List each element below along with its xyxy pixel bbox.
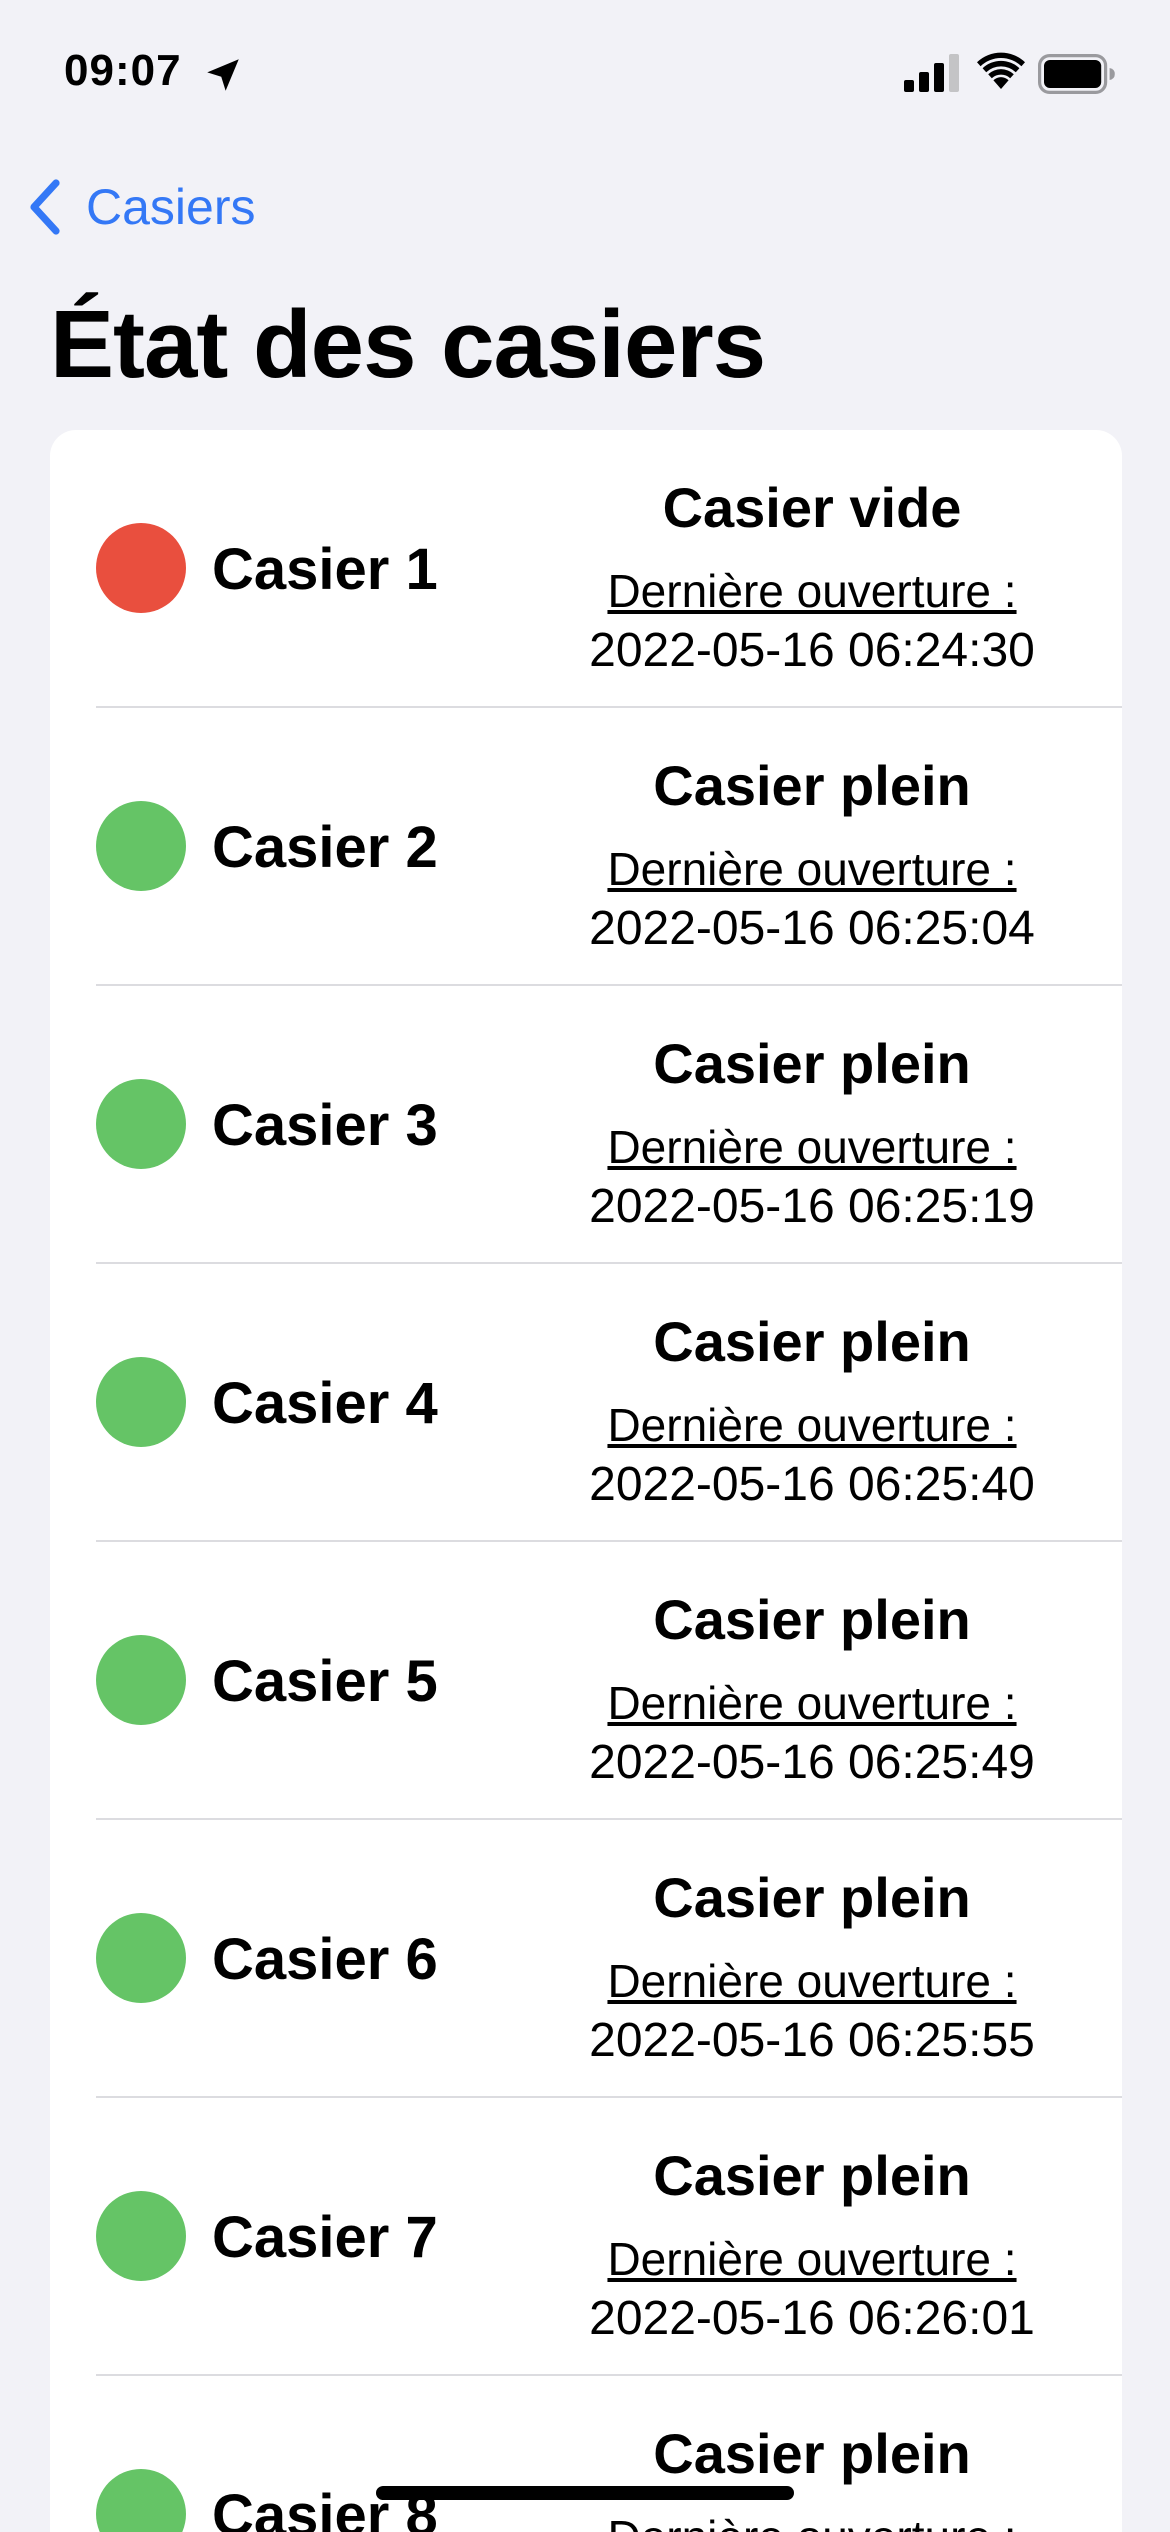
back-button-label: Casiers [86, 179, 256, 235]
locker-name: Casier 7 [212, 2205, 438, 2270]
last-opening-date: 2022-05-16 06:26:01 [589, 2292, 1035, 2345]
locker-state: Casier plein [653, 754, 971, 817]
page-title: État des casiers [50, 291, 766, 398]
status-time: 09:07 [64, 46, 182, 95]
last-opening-date: 2022-05-16 06:25:40 [589, 1458, 1035, 1511]
locker-info: Casier plein Dernière ouverture : 2022-05-… [550, 1028, 1074, 1236]
locker-info: Casier plein Dernière ouverture : 2022-05-… [550, 1584, 1074, 1792]
status-indicator [96, 1079, 186, 1169]
status-indicator [96, 2191, 186, 2281]
locker-info: Casier plein Dernière ouverture : 2022-05-… [550, 2140, 1074, 2348]
status-bar: 09:07 [0, 0, 1170, 140]
last-opening-label: Dernière ouverture : [607, 843, 1017, 895]
last-opening-date: 2022-05-16 06:24:30 [589, 624, 1035, 677]
locker-state: Casier vide [662, 476, 962, 539]
locker-info: Casier plein Dernière ouverture : 2022-05-… [550, 750, 1074, 958]
locker-name: Casier 3 [212, 1093, 438, 1158]
status-indicator [96, 1635, 186, 1725]
location-arrow-icon [207, 59, 239, 91]
locker-row[interactable]: Casier 6 Casier plein Dernière ouverture :… [50, 1820, 1122, 2098]
locker-info: Casier plein Dernière ouverture : 2022-05-… [550, 1862, 1074, 2070]
locker-row[interactable]: Casier 1 Casier vide Dernière ouverture : 2… [50, 430, 1122, 708]
last-opening-label: Dernière ouverture : [607, 1955, 1017, 2007]
locker-state: Casier plein [653, 1310, 971, 1373]
status-indicator [96, 523, 186, 613]
last-opening-label: Dernière ouverture : [607, 1399, 1017, 1451]
last-opening-label: Dernière ouverture : [607, 1121, 1017, 1173]
last-opening-label: Dernière ouverture : [550, 2508, 1074, 2532]
locker-row[interactable]: Casier 4 Casier plein Dernière ouverture :… [50, 1264, 1122, 1542]
locker-list: Casier 1 Casier vide Dernière ouverture : 2… [50, 430, 1122, 2532]
locker-info: Casier plein Dernière ouverture : 2022-05-… [550, 1306, 1074, 1514]
locker-row[interactable]: Casier 7 Casier plein Dernière ouverture :… [50, 2098, 1122, 2376]
last-opening-date: 2022-05-16 06:25:49 [589, 1736, 1035, 1789]
last-opening-label: Dernière ouverture : [607, 565, 1017, 617]
last-opening-date: 2022-05-16 06:25:04 [589, 902, 1035, 955]
locker-info: Casier vide Dernière ouverture : 2022-05-1… [550, 472, 1074, 680]
locker-name: Casier 4 [212, 1371, 438, 1436]
status-indicator [96, 2469, 186, 2532]
status-indicator [96, 1357, 186, 1447]
last-opening-label: Dernière ouverture : [607, 2233, 1017, 2285]
status-indicator [96, 801, 186, 891]
battery-icon [1038, 54, 1115, 94]
wifi-icon [977, 52, 1025, 89]
locker-row[interactable]: Casier 5 Casier plein Dernière ouverture :… [50, 1542, 1122, 1820]
locker-name: Casier 1 [212, 537, 438, 602]
locker-row[interactable]: Casier 8Casier pleinDernière ouverture : [50, 2376, 1122, 2532]
back-button[interactable]: Casiers [26, 172, 255, 242]
locker-name: Casier 6 [212, 1927, 438, 1992]
last-opening-date: 2022-05-16 06:25:55 [589, 2014, 1035, 2067]
status-indicator [96, 1913, 186, 2003]
locker-state: Casier plein [653, 1866, 971, 1929]
locker-info: Casier pleinDernière ouverture : [550, 2418, 1074, 2532]
cellular-signal-icon [904, 54, 959, 92]
chevron-left-icon [30, 179, 60, 235]
locker-row[interactable]: Casier 3 Casier plein Dernière ouverture :… [50, 986, 1122, 1264]
locker-state: Casier plein [653, 1032, 971, 1095]
locker-row[interactable]: Casier 2 Casier plein Dernière ouverture :… [50, 708, 1122, 986]
locker-state: Casier plein [653, 2144, 971, 2207]
home-indicator[interactable] [376, 2486, 794, 2500]
last-opening-label: Dernière ouverture : [607, 1677, 1017, 1729]
last-opening-date: 2022-05-16 06:25:19 [589, 1180, 1035, 1233]
locker-name: Casier 2 [212, 815, 438, 880]
locker-state: Casier plein [653, 1588, 971, 1651]
locker-name: Casier 5 [212, 1649, 438, 1714]
